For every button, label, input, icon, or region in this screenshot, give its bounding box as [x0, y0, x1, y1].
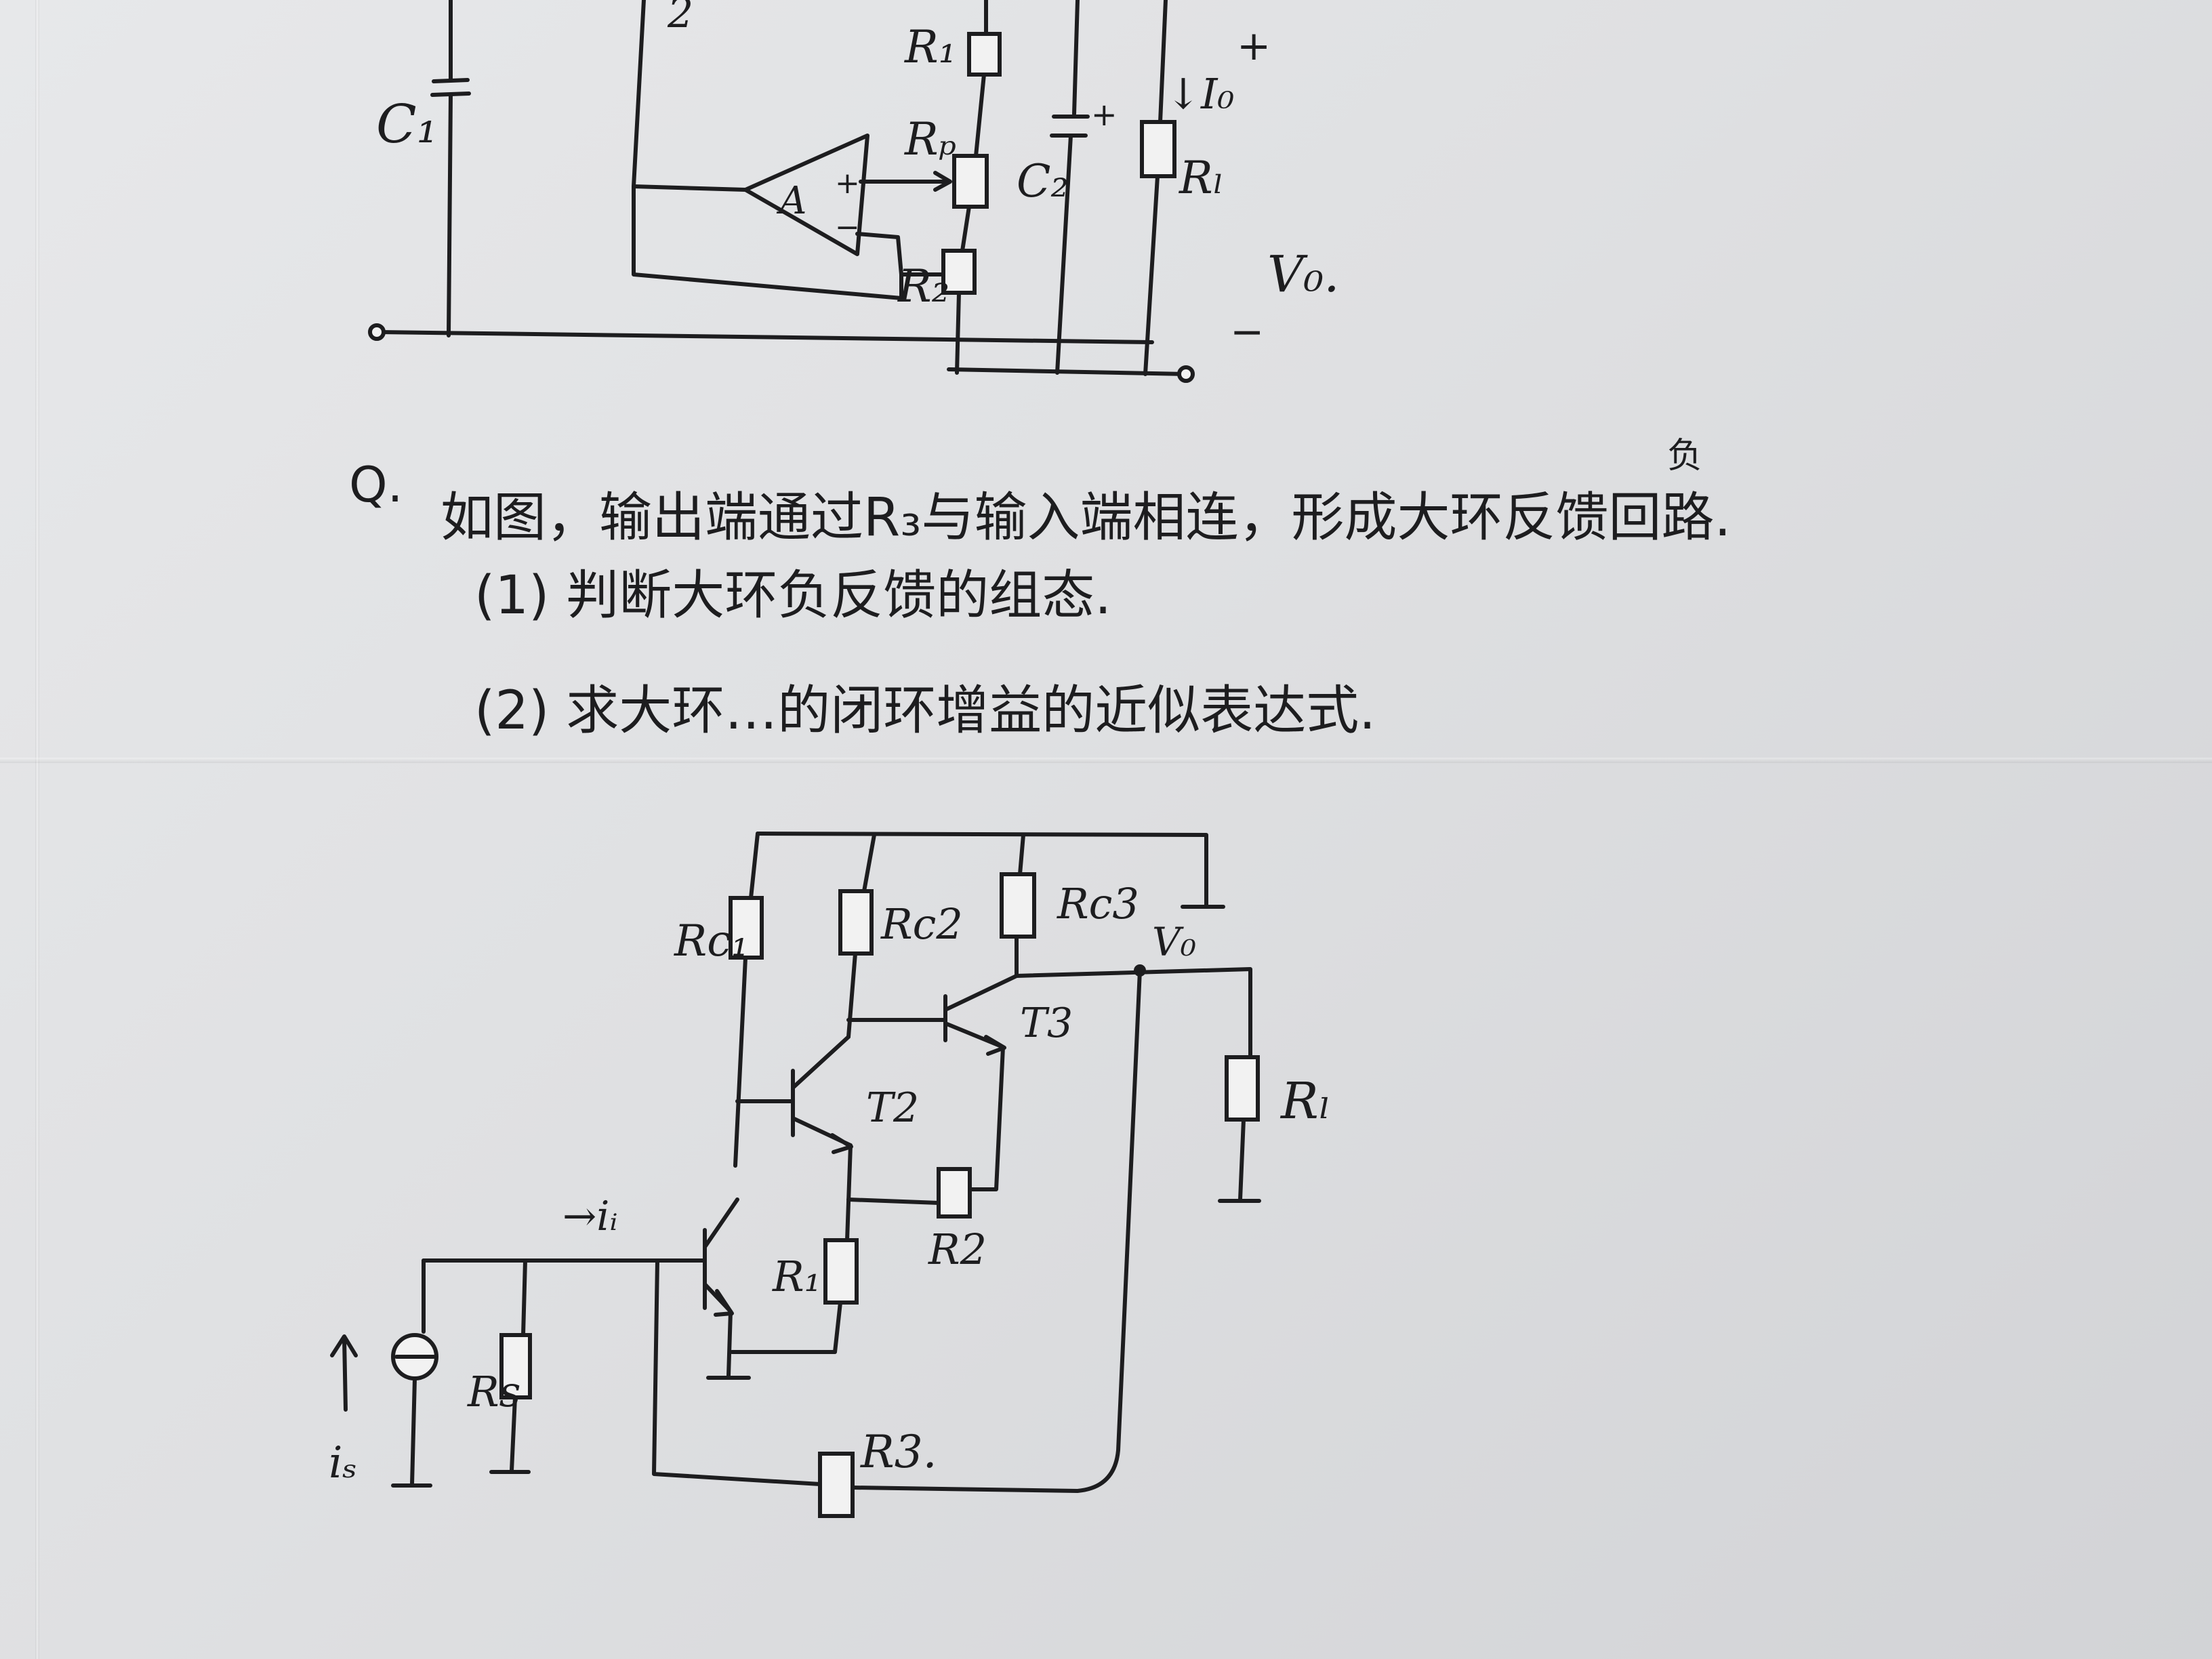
rc2-resistor	[838, 889, 874, 956]
t2-label: T2	[866, 1084, 919, 1132]
c1-label: C₁	[376, 94, 438, 155]
output-plus: +	[1237, 22, 1271, 70]
rl-label: Rₗ	[1179, 152, 1224, 204]
input-terminal	[368, 323, 386, 341]
top-circuit: C₁ 2 A + − R₁ Rₚ R₂ C₂ + ↓I₀ Rₗ + V₀. −	[368, 0, 1340, 383]
bottom-circuit: Rc₁ Rc2 Rc3 V₀ Rₗ T3 T2 R2 R₁ →iᵢ R3. iₛ…	[329, 832, 1331, 1518]
node-2-label: 2	[667, 0, 693, 37]
c2-plus: +	[1091, 96, 1118, 133]
output-terminal	[1177, 365, 1195, 383]
r3-label: R3.	[860, 1426, 937, 1478]
rc2-label: Rc2	[880, 899, 963, 949]
op-amp-minus: −	[835, 210, 860, 245]
op-amp-plus: +	[835, 166, 860, 201]
question-line-1: 如图，输出端通过R₃与输入端相连，形成大环反馈回路.	[441, 487, 1731, 548]
rp-potentiometer	[952, 154, 989, 209]
r1-resistor	[967, 32, 1002, 77]
question-item-2: (2) 求大环…的闭环增益的近似表达式.	[474, 680, 1376, 741]
insert-mark: 负	[1667, 436, 1702, 476]
rl-resistor	[1140, 120, 1176, 178]
r1-resistor-bottom	[823, 1238, 859, 1305]
rl-resistor-bottom	[1225, 1055, 1260, 1122]
c2-label: C₂	[1017, 155, 1069, 207]
handwritten-page: C₁ 2 A + − R₁ Rₚ R₂ C₂ + ↓I₀ Rₗ + V₀. − …	[329, 0, 1731, 1518]
r1-label: R₁	[904, 21, 956, 73]
rp-label: Rₚ	[904, 113, 956, 165]
rc3-label: Rc3	[1057, 879, 1139, 928]
question-item-1: (1) 判断大环负反馈的组态.	[474, 565, 1111, 626]
r1-label-bottom: R₁	[772, 1252, 821, 1301]
output-minus: −	[1230, 308, 1264, 356]
vo-label-bottom: V₀	[1152, 919, 1196, 965]
vo-label: V₀.	[1267, 245, 1340, 304]
paper-sheet: C₁ 2 A + − R₁ Rₚ R₂ C₂ + ↓I₀ Rₗ + V₀. − …	[0, 0, 2212, 1659]
io-label: ↓I₀	[1166, 69, 1234, 119]
r2-label: R₂	[897, 260, 949, 312]
rs-label: Rs	[467, 1367, 521, 1416]
question-block: Q. 如图，输出端通过R₃与输入端相连，形成大环反馈回路. 负 (1) 判断大环…	[349, 436, 1731, 741]
r2-label-bottom: R2	[928, 1225, 987, 1274]
r2-resistor-bottom	[937, 1167, 972, 1218]
rc1-label: Rc₁	[674, 916, 749, 966]
rc3-resistor	[1000, 872, 1036, 939]
r3-resistor	[818, 1452, 855, 1518]
op-amp-label: A	[776, 179, 806, 223]
is-label: iₛ	[329, 1438, 357, 1488]
question-number: Q.	[349, 456, 403, 513]
t3-label: T3	[1020, 1000, 1073, 1047]
ii-label: →iᵢ	[562, 1193, 618, 1240]
rl-label-bottom: Rₗ	[1279, 1072, 1331, 1130]
